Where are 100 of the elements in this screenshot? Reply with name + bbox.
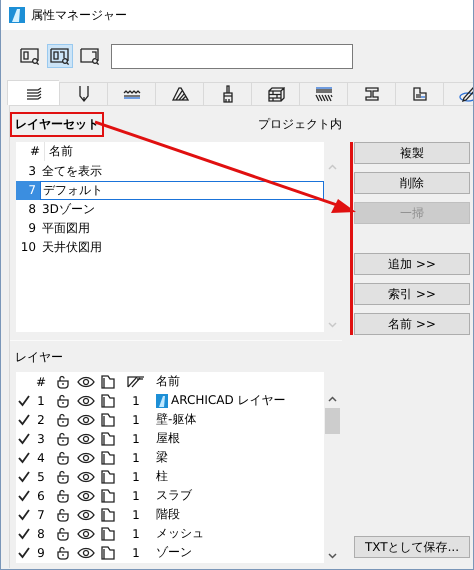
attribute-tab[interactable] (59, 82, 107, 105)
scope-label: プロジェクト内 (258, 116, 342, 132)
layer-name[interactable]: スラブ (156, 487, 192, 504)
eye-icon (77, 394, 95, 406)
folder-icon (101, 526, 115, 540)
folder-icon (101, 508, 115, 522)
action-button[interactable]: 名前 >> (354, 313, 470, 335)
attribute-tab[interactable] (107, 82, 155, 105)
action-button[interactable]: 追加 >> (354, 253, 470, 275)
row-number: 6 (36, 488, 46, 502)
eye-icon (77, 528, 95, 540)
section-title: レイヤーセット (10, 112, 104, 136)
layer-name[interactable]: 屋根 (156, 430, 180, 447)
search-field[interactable] (111, 44, 353, 68)
column-header[interactable]: 名前 (153, 373, 180, 390)
folder-icon (101, 546, 115, 560)
pen-icon (78, 85, 90, 103)
floor-plan-icon (412, 86, 428, 102)
row-number: 8 (27, 201, 37, 218)
attribute-tab[interactable] (203, 82, 251, 105)
column-header[interactable]: # (31, 374, 51, 388)
i-beam-icon (364, 86, 380, 102)
row-number: 7 (16, 181, 40, 200)
padlock-icon (56, 412, 70, 426)
layer-name[interactable]: 壁-躯体 (156, 411, 196, 428)
attribute-tab[interactable] (7, 80, 59, 105)
eye-icon (77, 376, 95, 388)
folder-icon (101, 488, 115, 502)
attribute-tab[interactable] (251, 82, 299, 105)
pen-number: 1 (131, 470, 141, 484)
layer-name[interactable]: メッシュ (156, 525, 204, 542)
padlock-icon (56, 546, 70, 560)
scroll-down-icon[interactable] (328, 553, 336, 559)
section-title: レイヤー (15, 349, 63, 366)
layer-name[interactable]: 階段 (156, 506, 180, 523)
row-number: 3 (27, 163, 37, 180)
action-button[interactable]: 複製 (354, 142, 470, 164)
window-title: 属性マネージャー (31, 6, 127, 24)
row-number: 9 (27, 220, 37, 237)
pen-number: 1 (131, 394, 141, 408)
padlock-icon (56, 450, 70, 464)
save-as-text-button[interactable]: TXTとして保存... (354, 536, 470, 558)
pen-number: 1 (131, 526, 141, 540)
layer-name[interactable]: 柱 (156, 468, 168, 485)
line-type-icon (122, 88, 140, 100)
pen-number: 1 (131, 432, 141, 446)
folder-icon (101, 394, 115, 408)
layer-set-name[interactable]: 全てを表示 (40, 163, 102, 180)
layer-name[interactable]: ARCHICAD レイヤー (171, 392, 286, 409)
folder-icon (101, 470, 115, 484)
row-number: 1 (36, 394, 46, 408)
padlock-icon (56, 374, 70, 388)
stripes-icon (314, 86, 332, 102)
row-number: 3 (36, 432, 46, 446)
hatch-icon (170, 86, 188, 102)
eye-icon (77, 490, 95, 502)
brush-icon (220, 85, 234, 103)
action-button[interactable]: 削除 (354, 172, 470, 194)
attribute-tab[interactable] (299, 82, 347, 105)
attribute-tab[interactable] (155, 82, 203, 105)
layer-set-name[interactable]: 平面図用 (40, 220, 90, 237)
pencil-icon (458, 86, 473, 102)
layers-icon (24, 86, 42, 100)
hatch-pen-icon (126, 374, 146, 388)
app-logo-icon (9, 7, 25, 23)
right-pane-view-icon (80, 47, 100, 65)
column-header[interactable]: # (16, 142, 45, 161)
attribute-tab[interactable] (395, 82, 443, 105)
padlock-icon (56, 470, 70, 484)
layer-name[interactable]: ゾーン (156, 544, 192, 561)
layer-name[interactable]: 梁 (156, 449, 168, 466)
row-number: 7 (36, 508, 46, 522)
attribute-tab[interactable] (347, 82, 395, 105)
folder-icon (101, 450, 115, 464)
padlock-icon (56, 508, 70, 522)
layer-set-name[interactable]: 3Dゾーン (40, 201, 95, 218)
padlock-icon (56, 526, 70, 540)
scrollbar-thumb[interactable] (324, 408, 340, 434)
scroll-up-icon[interactable] (328, 396, 336, 402)
row-number: 2 (36, 412, 46, 426)
single-pane-view-icon (20, 47, 40, 65)
row-number: 10 (20, 239, 37, 256)
eye-icon (77, 546, 95, 558)
row-number: 5 (36, 470, 46, 484)
view-toggle-button[interactable] (47, 44, 73, 68)
eye-icon (77, 432, 95, 444)
layer-set-name[interactable]: 天井伏図用 (40, 239, 102, 256)
eye-icon (77, 508, 95, 520)
pen-number: 1 (131, 450, 141, 464)
pen-number: 1 (131, 488, 141, 502)
two-pane-view-icon (50, 47, 70, 65)
row-number: 4 (36, 450, 46, 464)
column-header[interactable]: 名前 (45, 143, 324, 160)
row-number: 8 (36, 526, 46, 540)
action-button[interactable]: 索引 >> (354, 283, 470, 305)
padlock-icon (56, 432, 70, 446)
name-input-field[interactable]: デフォルト (40, 181, 324, 200)
padlock-icon (56, 488, 70, 502)
pen-number: 1 (131, 508, 141, 522)
folder-icon (101, 374, 115, 388)
